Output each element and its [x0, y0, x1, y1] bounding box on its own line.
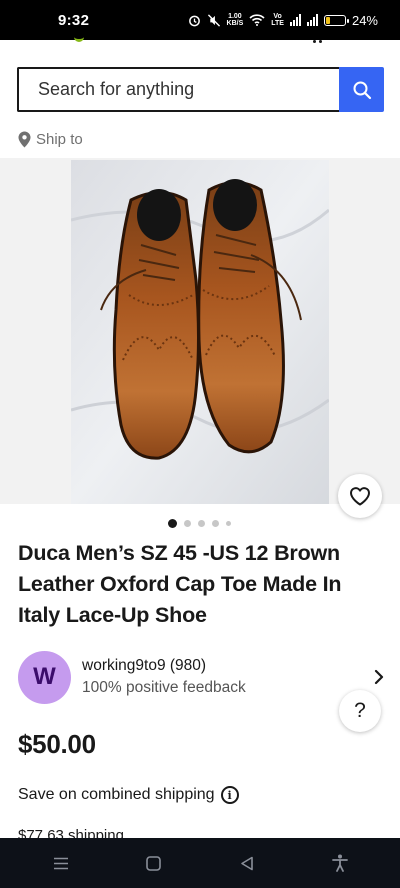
system-nav-bar	[0, 838, 400, 888]
shipping-cost: $77.63 shipping	[18, 826, 398, 838]
status-bar: 9:32 1.00 KB/S Vo LTE 24%	[0, 0, 400, 40]
seller-row[interactable]: W working9to9 (980) 100% positive feedba…	[18, 650, 384, 704]
menu-icon	[53, 857, 68, 869]
price: $50.00	[18, 729, 96, 759]
home-square-icon	[146, 855, 161, 871]
image-pager[interactable]	[0, 519, 400, 528]
back-triangle-icon	[240, 856, 253, 870]
battery-fill	[325, 16, 331, 24]
search-icon	[353, 81, 371, 99]
chevron-right-icon	[364, 669, 384, 685]
alarm-icon	[188, 15, 200, 26]
listing-title: Duca Men’s SZ 45 -US 12 Brown Leather Ox…	[18, 541, 342, 627]
combined-shipping[interactable]: Save on combined shipping i	[18, 786, 239, 804]
info-icon[interactable]: i	[220, 786, 239, 804]
cart-icon-fragment	[313, 40, 323, 44]
heart-icon	[349, 487, 371, 506]
pager-dot[interactable]	[211, 520, 219, 527]
search-bar: Search for anything	[17, 67, 384, 112]
app-header-peek	[0, 39, 400, 50]
pager-dot[interactable]	[225, 521, 231, 526]
signal-icon-1	[289, 14, 301, 26]
combined-shipping-label: Save on combined shipping	[18, 786, 215, 803]
wifi-icon	[249, 14, 265, 26]
pager-dot[interactable]	[183, 520, 191, 527]
accessibility-icon	[331, 854, 348, 872]
battery-icon	[323, 14, 349, 26]
status-icons: 1.00 KB/S Vo LTE 24%	[188, 13, 378, 28]
location-pin-icon	[18, 131, 31, 148]
pager-dot-active[interactable]	[167, 519, 177, 528]
help-label: ?	[354, 699, 366, 722]
shipping-cost-text: $77.63 shipping	[18, 827, 124, 838]
nav-menu-button[interactable]	[41, 848, 81, 878]
nav-back-button[interactable]	[227, 848, 267, 878]
help-button[interactable]: ?	[339, 690, 381, 732]
status-time: 9:32	[58, 11, 90, 29]
search-button[interactable]	[339, 67, 384, 112]
search-placeholder: Search for anything	[38, 79, 195, 99]
logo-fragment	[74, 34, 84, 42]
nav-home-button[interactable]	[134, 848, 174, 878]
accessibility-button[interactable]	[320, 848, 360, 878]
ship-to[interactable]: Ship to	[18, 131, 83, 148]
mute-icon	[207, 13, 220, 27]
seller-feedback: 100% positive feedback	[82, 679, 246, 696]
seller-info: working9to9 (980) 100% positive feedback	[82, 655, 364, 699]
image-gallery[interactable]	[0, 158, 400, 504]
watchlist-button[interactable]	[338, 474, 382, 518]
search-input[interactable]: Search for anything	[17, 67, 339, 112]
avatar: W	[18, 650, 71, 704]
volte-indicator: Vo LTE	[271, 13, 284, 27]
battery-percent: 24%	[351, 12, 378, 28]
ship-to-label: Ship to	[36, 131, 83, 148]
net-speed: 1.00 KB/S	[226, 13, 244, 27]
pager-dot[interactable]	[197, 520, 205, 527]
shoe-photo-illustration	[71, 160, 329, 504]
seller-name: working9to9 (980)	[82, 657, 207, 674]
signal-icon-2	[306, 14, 318, 26]
product-image[interactable]	[71, 160, 329, 504]
